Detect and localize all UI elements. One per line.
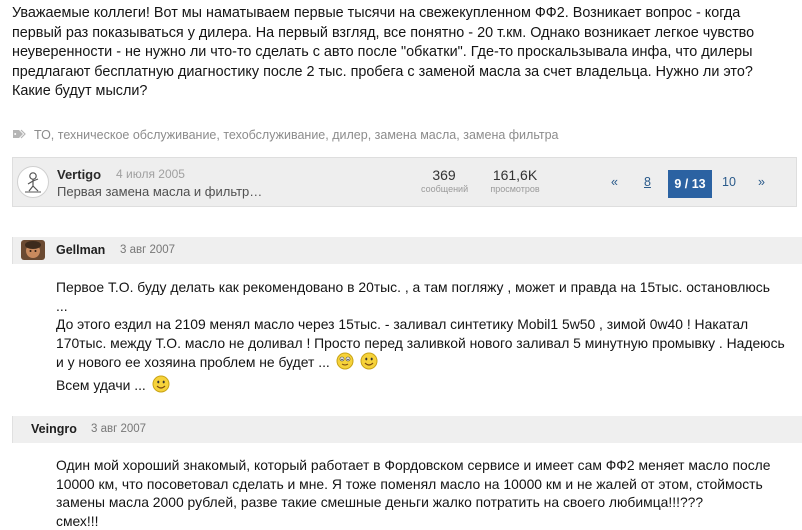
pager-prev-button[interactable]: « <box>611 175 618 189</box>
replies-count: 369 <box>421 167 467 183</box>
intro-line: первый раз показываться у дилера. На пер… <box>12 24 792 44</box>
post-header: Veingro 3 авг 2007 <box>12 416 802 443</box>
post-line: 10000 км, что посоветовал сделать и мне.… <box>56 475 786 494</box>
views-stat: 161,6K просмотров <box>485 167 545 194</box>
pager-page-link[interactable]: 8 <box>644 175 651 189</box>
smiley-icon <box>152 375 170 398</box>
thread-info-bar: Vertigo 4 июля 2005 Первая замена масла … <box>12 157 797 207</box>
post-line: ... <box>56 297 786 316</box>
pager-next-button[interactable]: » <box>758 175 765 189</box>
post-body: Один мой хороший знакомый, который работ… <box>56 456 786 530</box>
tag-link[interactable]: техобслуживание <box>223 128 325 142</box>
post-line: До этого ездил на 2109 менял масло через… <box>56 315 786 334</box>
thread-title-link[interactable]: Первая замена масла и фильтр… <box>57 184 262 199</box>
post-body: Первое Т.О. буду делать как рекомендован… <box>56 278 786 397</box>
replies-label: сообщений <box>421 184 467 194</box>
post-line: и у нового ее хозяина проблем не будет .… <box>56 354 330 370</box>
intro-line: Уважаемые коллеги! Вот мы наматываем пер… <box>12 4 792 24</box>
post-line-with-smileys: Всем удачи ... <box>56 375 786 398</box>
smiley-icon <box>336 352 354 375</box>
post-line: Всем удачи ... <box>56 376 146 392</box>
post-author-link[interactable]: Veingro <box>31 422 77 436</box>
post-line: Один мой хороший знакомый, который работ… <box>56 456 786 475</box>
intro-line: Какие будут мысли? <box>12 82 792 102</box>
post-line: смех!!! <box>56 512 786 530</box>
avatar[interactable] <box>17 166 49 198</box>
post-author-link[interactable]: Gellman <box>56 243 105 257</box>
replies-stat: 369 сообщений <box>421 167 467 194</box>
post-header: Gellman 3 авг 2007 <box>12 237 802 264</box>
smiley-icon <box>360 352 378 375</box>
intro-line: неуверенности - не нужно ли что-то сдела… <box>12 43 792 63</box>
tag-link[interactable]: замена фильтра <box>463 128 558 142</box>
tag-link[interactable]: техническое обслуживание <box>58 128 217 142</box>
pager-current-page[interactable]: 9 / 13 <box>668 170 712 198</box>
thread-date: 4 июля 2005 <box>116 167 185 181</box>
tag-link[interactable]: замена масла <box>375 128 457 142</box>
views-count: 161,6K <box>485 167 545 183</box>
post-intro-text: Уважаемые коллеги! Вот мы наматываем пер… <box>12 4 792 102</box>
post-date: 3 авг 2007 <box>120 244 175 256</box>
post-date: 3 авг 2007 <box>91 423 146 435</box>
thread-author-link[interactable]: Vertigo <box>57 167 101 182</box>
intro-line: предлагают бесплатную диагностику после … <box>12 63 792 83</box>
avatar[interactable] <box>21 240 45 260</box>
post-line: замены масла 2000 рублей, разве такие см… <box>56 493 786 512</box>
tag-list: ТО, техническое обслуживание, техобслужи… <box>12 126 559 144</box>
post-line: Первое Т.О. буду делать как рекомендован… <box>56 278 786 297</box>
tag-link[interactable]: дилер <box>332 128 367 142</box>
stick-figure-avatar-icon <box>18 167 48 197</box>
pager-page-link[interactable]: 10 <box>722 175 736 189</box>
post-line-with-smileys: и у нового ее хозяина проблем не будет .… <box>56 352 786 375</box>
tag-link[interactable]: ТО <box>34 128 51 142</box>
tag-icon <box>12 129 28 141</box>
views-label: просмотров <box>485 184 545 194</box>
post-line: 170тыс. между Т.О. масло не доливал ! Пр… <box>56 334 786 353</box>
photo-avatar-icon <box>21 240 45 260</box>
